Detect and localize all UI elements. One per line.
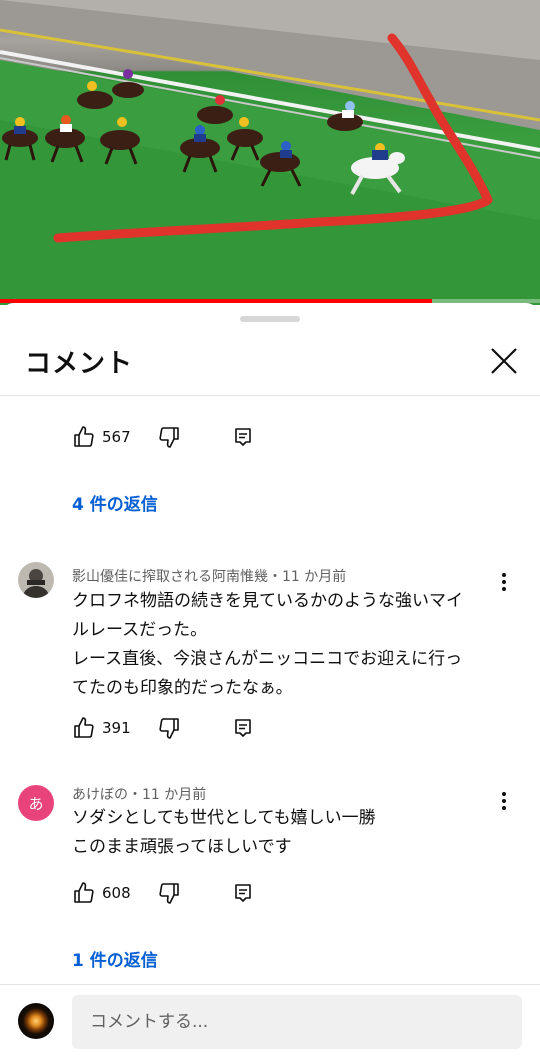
comment-actions: 567 <box>72 422 372 452</box>
race-video-frame <box>0 0 540 305</box>
comment-text: クロフネ物語の続きを見ているかのような強いマイ ルレースだった。 レース直後、今… <box>72 587 492 703</box>
reply-comment-icon <box>235 884 251 902</box>
comment-composer <box>0 984 540 1057</box>
video-player[interactable] <box>0 0 540 305</box>
more-options-button[interactable] <box>494 789 514 813</box>
like-count: 608 <box>102 884 131 902</box>
drag-handle[interactable] <box>240 316 300 322</box>
avatar[interactable]: あ <box>18 785 54 821</box>
kebab-menu-icon <box>502 792 506 810</box>
dislike-button[interactable] <box>157 713 181 743</box>
reply-comment-icon <box>235 428 251 446</box>
comment-line: クロフネ物語の続きを見ているかのような強いマイ <box>72 591 463 611</box>
comment-actions: 608 <box>72 878 372 908</box>
kebab-menu-icon <box>502 573 506 591</box>
avatar-portrait-image <box>18 562 54 598</box>
comment-author-meta[interactable]: 影山優佳に搾取される阿南惟幾・11 か月前 <box>72 566 346 586</box>
thumbs-down-icon <box>159 718 179 739</box>
comment-line: レース直後、今浪さんがニッコニコでお迎えに行っ <box>72 649 463 669</box>
comment-actions: 391 <box>72 713 372 743</box>
comment-line: ルレースだった。 <box>72 620 208 640</box>
thumbs-up-icon <box>74 882 94 903</box>
thumbs-up-icon <box>74 426 94 447</box>
reply-button[interactable] <box>232 878 254 908</box>
comment-text: ソダシとしても世代としても嬉しい一勝 このまま頑張ってほしいです <box>72 804 492 862</box>
thumbs-down-icon <box>159 883 179 904</box>
like-button[interactable]: 567 <box>72 422 131 452</box>
comment-author-meta[interactable]: あけぼの・11 か月前 <box>72 784 206 804</box>
comment-input[interactable] <box>72 995 522 1049</box>
thumbs-up-icon <box>74 717 94 738</box>
reply-button[interactable] <box>232 713 254 743</box>
view-replies-link[interactable]: 4 件の返信 <box>72 490 158 515</box>
dislike-button[interactable] <box>157 422 181 452</box>
avatar-letter: あ <box>28 794 44 813</box>
close-button[interactable] <box>486 343 526 383</box>
view-replies-link[interactable]: 1 件の返信 <box>72 946 158 971</box>
like-count: 567 <box>102 428 131 446</box>
like-button[interactable]: 608 <box>72 878 131 908</box>
sheet-title: コメント <box>25 349 134 379</box>
reply-comment-icon <box>235 719 251 737</box>
dislike-button[interactable] <box>157 878 181 908</box>
comment-line: てたのも印象的だったなぁ。 <box>72 678 293 698</box>
reply-button[interactable] <box>232 422 254 452</box>
close-icon <box>491 348 517 374</box>
more-options-button[interactable] <box>494 570 514 594</box>
user-avatar[interactable] <box>18 1003 54 1039</box>
comments-sheet: コメント 567 4 件の返信 影山優佳に搾取される阿南惟幾・11 か月前 クロ… <box>0 303 540 1057</box>
sheet-header: コメント <box>0 331 540 396</box>
comment-line: ソダシとしても世代としても嬉しい一勝 <box>72 808 376 828</box>
thumbs-down-icon <box>159 427 179 448</box>
like-count: 391 <box>102 719 131 737</box>
avatar[interactable] <box>18 562 54 598</box>
header-divider <box>0 395 540 396</box>
like-button[interactable]: 391 <box>72 713 131 743</box>
comment-line: このまま頑張ってほしいです <box>72 837 292 857</box>
